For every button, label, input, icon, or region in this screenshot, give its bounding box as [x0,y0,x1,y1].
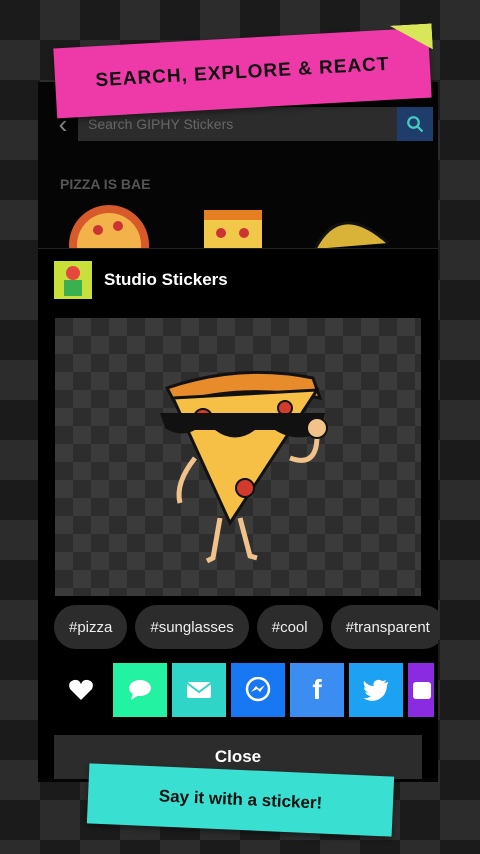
search-icon [407,116,424,133]
search-button[interactable] [397,107,433,141]
modal-header: Studio Stickers [54,261,228,299]
mail-icon [186,682,212,698]
promo-banner-bottom-text: Say it with a sticker! [158,786,323,813]
share-instagram-button[interactable] [408,663,434,717]
message-icon [129,680,151,700]
share-message-button[interactable] [113,663,167,717]
favorite-button[interactable] [54,663,108,717]
sticker-pizza-round[interactable] [68,200,150,285]
facebook-icon: f [312,674,322,705]
tag-sunglasses[interactable]: #sunglasses [135,605,249,649]
instagram-icon [413,682,431,699]
twitter-icon [363,679,388,701]
share-twitter-button[interactable] [349,663,403,717]
section-title: PIZZA IS BAE [60,176,151,192]
modal-title: Studio Stickers [104,270,228,289]
share-email-button[interactable] [172,663,226,717]
messenger-icon [245,677,271,702]
sticker-preview[interactable] [55,318,421,596]
pizza-sticker-image [160,370,328,564]
share-row: f [54,663,438,717]
promo-banner-top-text: SEARCH, EXPLORE & REACT [94,53,390,92]
heart-icon [69,679,93,700]
page-fold-decoration [390,23,433,51]
promo-banner-bottom: Say it with a sticker! [86,763,395,837]
tag-cool[interactable]: #cool [256,605,323,649]
share-messenger-button[interactable] [231,663,285,717]
share-facebook-button[interactable]: f [290,663,344,717]
tag-pizza[interactable]: #pizza [54,605,128,649]
sticker-detail-modal: Studio Stickers #pizza #sunglasses #cool… [38,248,438,779]
tag-list: #pizza #sunglasses #cool #transparent [54,605,438,649]
tag-transparent[interactable]: #transparent [330,605,438,649]
avatar[interactable] [54,261,92,299]
